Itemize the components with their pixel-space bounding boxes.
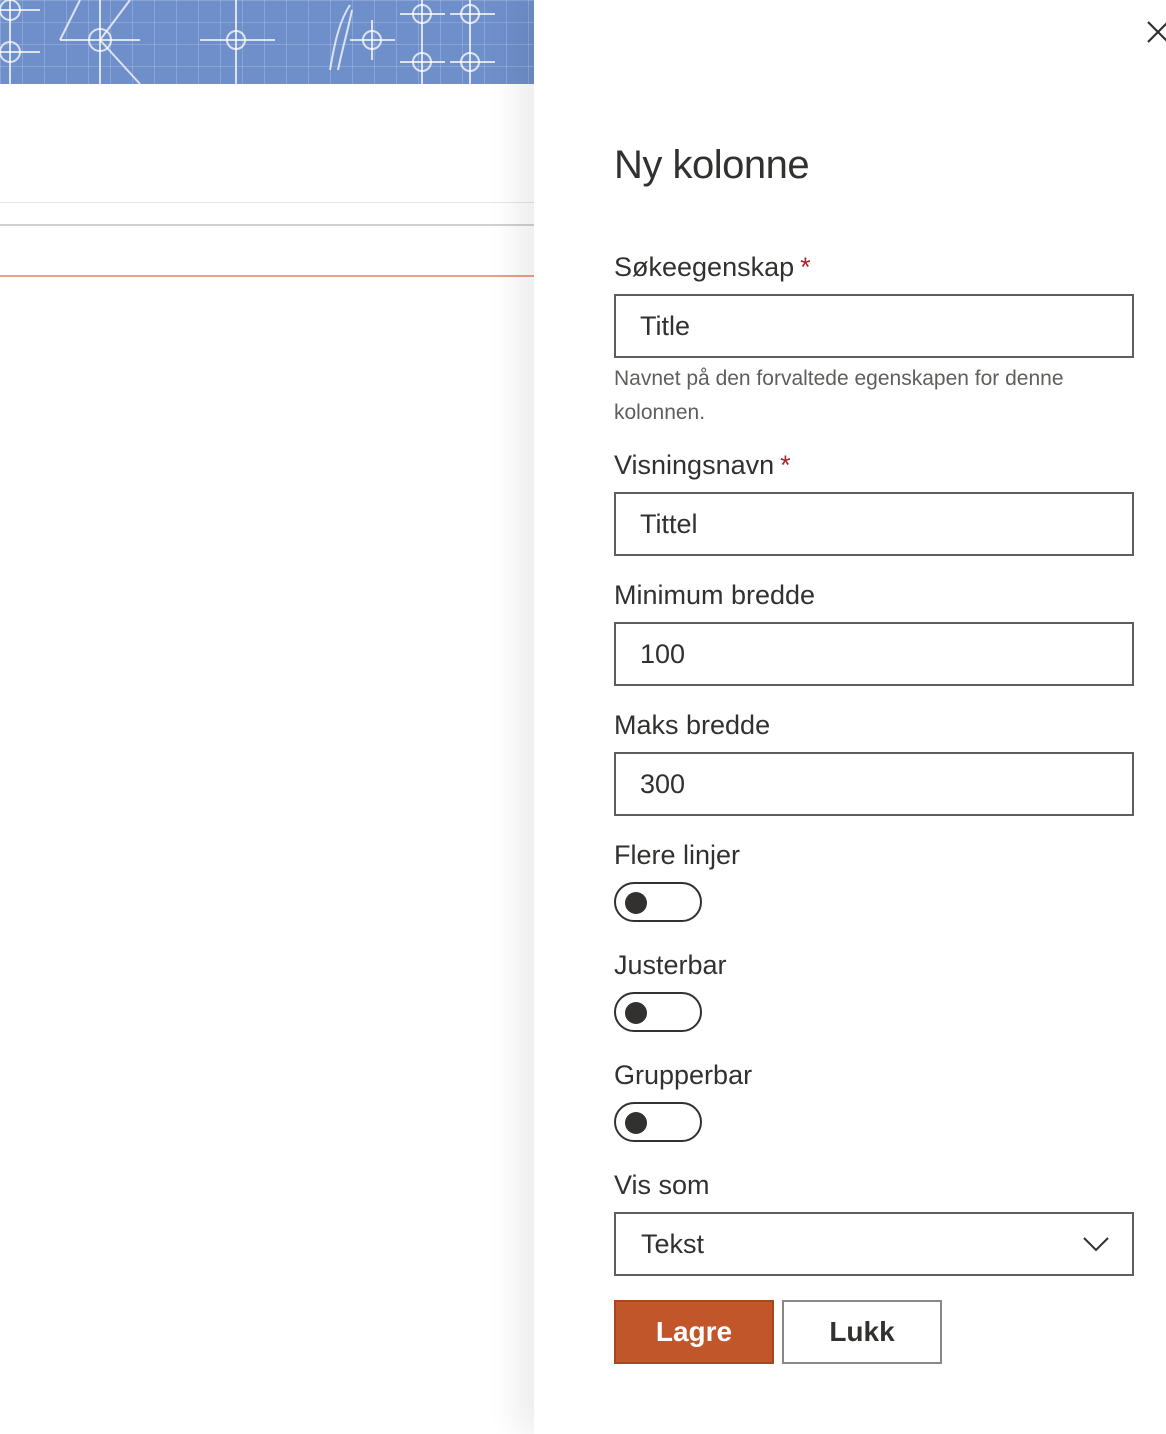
display-name-label: Visningsnavn * — [614, 450, 791, 481]
search-property-label-text: Søkeegenskap — [614, 252, 795, 282]
close-button[interactable]: Lukk — [782, 1300, 942, 1364]
display-name-input[interactable] — [614, 492, 1134, 556]
divider — [0, 224, 534, 226]
multiline-label: Flere linjer — [614, 840, 741, 870]
render-as-dropdown[interactable]: Tekst — [614, 1212, 1134, 1276]
resizable-toggle[interactable] — [614, 992, 702, 1032]
required-marker: * — [780, 450, 791, 480]
divider — [0, 202, 534, 203]
toggle-knob — [625, 1112, 647, 1134]
display-name-label-text: Visningsnavn — [614, 450, 775, 480]
resizable-label: Justerbar — [614, 950, 727, 980]
background-page — [0, 0, 534, 1434]
search-property-label: Søkeegenskap * — [614, 252, 811, 283]
min-width-label: Minimum bredde — [614, 580, 816, 610]
multiline-toggle[interactable] — [614, 882, 702, 922]
render-as-label: Vis som — [614, 1170, 710, 1200]
chevron-down-icon — [1083, 1237, 1109, 1252]
groupable-toggle[interactable] — [614, 1102, 702, 1142]
max-width-label: Maks bredde — [614, 710, 771, 740]
required-marker: * — [800, 252, 811, 282]
toggle-knob — [625, 1002, 647, 1024]
search-property-help: Navnet på den forvaltede egenskapen for … — [614, 367, 1064, 424]
toggle-knob — [625, 892, 647, 914]
min-width-input[interactable] — [614, 622, 1134, 686]
divider-accent — [0, 275, 534, 277]
max-width-input[interactable] — [614, 752, 1134, 816]
close-icon — [1147, 21, 1166, 43]
search-property-input[interactable] — [614, 294, 1134, 358]
header-banner-image — [0, 0, 534, 84]
panel-title: Ny kolonne — [614, 143, 810, 187]
close-panel-button[interactable] — [1140, 14, 1166, 50]
save-button[interactable]: Lagre — [614, 1300, 774, 1364]
groupable-label: Grupperbar — [614, 1060, 753, 1090]
render-as-selected-value: Tekst — [641, 1229, 705, 1259]
